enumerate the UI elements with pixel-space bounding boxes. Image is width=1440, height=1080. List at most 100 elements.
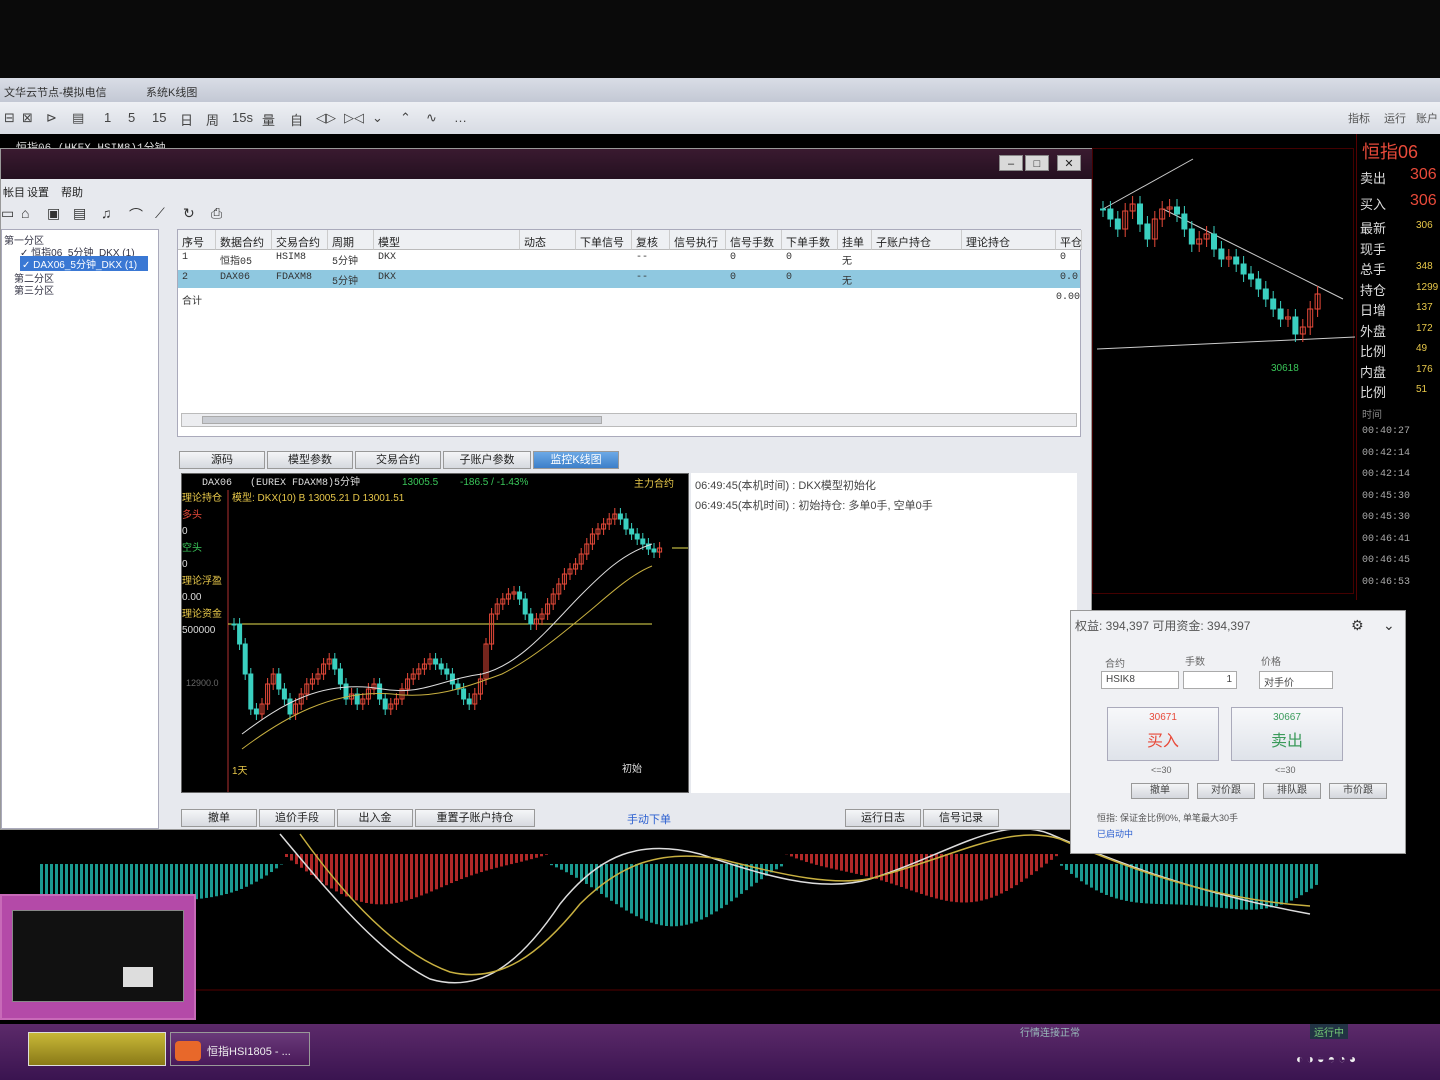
toolbar-indicator[interactable]: 指标 [1348,110,1370,126]
save-icon[interactable]: ▣ [47,205,60,222]
settings-icon[interactable]: ⚙ [1351,617,1364,634]
run-log-button[interactable]: 运行日志 [845,809,921,827]
contract-input[interactable]: HSIK8 [1101,671,1179,689]
counter-follow-btn[interactable]: 对价跟 [1197,783,1255,799]
col-header-signal-qty[interactable]: 信号手数 [726,230,782,250]
col-header-index[interactable]: 序号 [178,230,216,250]
col-header-order-qty[interactable]: 下单手数 [782,230,838,250]
tree-group-3[interactable]: 第三分区 [14,282,54,297]
toolbar-run[interactable]: 运行 [1384,110,1406,126]
toolbar-fit-icon[interactable]: ⊠ [22,110,33,126]
macd-bar [400,854,403,902]
tab-model-params[interactable]: 模型参数 [267,451,353,469]
new-icon[interactable]: ▭ [1,205,14,222]
right-candle-chart[interactable]: 30618 [1092,148,1356,594]
toolbar-period-15[interactable]: 15 [152,110,166,125]
tab-source[interactable]: 源码 [179,451,265,469]
table-row-selected[interactable]: 2 DAX06 FDAXM8 5分钟 DKX -- 0 0 无 0.0 [178,270,1080,288]
qty-input[interactable]: 1 [1183,671,1237,689]
monitor-kline-chart[interactable]: DAX06 (EUREX FDAXM8)5分钟 13005.5 -186.5 /… [181,473,689,793]
scrollbar-thumb[interactable] [202,416,602,424]
toolbar-first-icon[interactable]: ⊟ [4,110,15,126]
toolbar-period-1[interactable]: 1 [104,110,111,125]
tree-item-dax[interactable]: ✓ DAX06_5分钟_DKX (1) [20,256,148,271]
menu-account[interactable]: 帐目 [3,184,25,200]
toolbar-period-15s[interactable]: 15s [232,110,253,125]
taskbar-app-1[interactable] [28,1032,166,1066]
macd-bar [290,854,293,861]
toolbar-doc-icon[interactable]: ▤ [72,110,84,126]
queue-follow-btn[interactable]: 排队跟 [1263,783,1321,799]
maximize-button[interactable]: □ [1025,155,1049,171]
close-button[interactable]: ✕ [1057,155,1081,171]
col-header-trade-contract[interactable]: 交易合约 [272,230,328,250]
manual-order-link[interactable]: 手动下单 [627,811,671,827]
strategy-window-caption: ‒ □ ✕ [1,149,1093,179]
cancel-order-button[interactable]: 撤单 [181,809,257,827]
tab-trade-contract[interactable]: 交易合约 [355,451,441,469]
trade-link[interactable]: 已启动中 [1097,827,1133,840]
table-row[interactable]: 1 恒指05 HSIM8 5分钟 DKX -- 0 0 无 0 [178,250,1080,268]
open-icon[interactable]: ⌂ [21,205,29,221]
tray-icons[interactable]: ◐ ◑ ◒ ◓ ◔ ◕ [1296,1052,1356,1066]
toolbar-compress-icon[interactable]: ▷◁ [344,110,364,126]
collapse-icon[interactable]: ⌄ [1383,617,1395,634]
toolbar-period-5[interactable]: 5 [128,110,135,125]
minimize-button[interactable]: ‒ [999,155,1023,171]
sell-button[interactable]: 30667 卖出 [1231,707,1343,761]
col-header-close[interactable]: 平仓 [1056,230,1082,250]
window-thumbnail[interactable] [0,894,196,1020]
col-header-review[interactable]: 复核 [632,230,670,250]
trend-icon[interactable]: ⟋ [155,205,165,222]
toolbar-zoom-icon[interactable]: ◁▷ [316,110,336,126]
col-header-data-contract[interactable]: 数据合约 [216,230,272,250]
toolbar-down-icon[interactable]: ⌄ [372,110,383,126]
side-theory-capital-val: 500000 [182,625,216,636]
col-header-theory-pos[interactable]: 理论持仓 [962,230,1056,250]
load-icon[interactable]: ▤ [73,205,86,222]
col-header-subaccount-pos[interactable]: 子账户持仓 [872,230,962,250]
col-header-pending[interactable]: 挂单 [838,230,872,250]
taskbar-app-2[interactable]: 恒指HSI1805 - ... [170,1032,310,1066]
market-follow-btn[interactable]: 市价跟 [1329,783,1387,799]
reset-subaccount-button[interactable]: 重置子账户持仓 [415,809,535,827]
col-header-period[interactable]: 周期 [328,230,374,250]
menu-settings[interactable]: 设置 [27,184,49,200]
toolbar-custom[interactable]: 自 [290,110,303,129]
toolbar-period-week[interactable]: 周 [206,110,219,129]
toolbar-up-icon[interactable]: ⌃ [400,110,411,126]
macd-bar [250,864,253,885]
toolbar-volume[interactable]: 量 [262,110,275,129]
col-header-signal-exec[interactable]: 信号执行 [670,230,726,250]
price-input[interactable]: 对手价 [1259,671,1333,689]
toolbar-more-icon[interactable]: … [454,110,467,125]
chase-price-button[interactable]: 追价手段 [259,809,335,827]
report-icon[interactable]: ⎙ [211,205,222,222]
toolbar-play-icon[interactable]: ⊳ [46,110,57,126]
buy-button[interactable]: 30671 买入 [1107,707,1219,761]
cell-pending: 无 [842,277,852,288]
tab-monitor-kline[interactable]: 监控K线图 [533,451,619,469]
macd-bar [1065,864,1068,870]
macd-bar [1290,864,1293,901]
deposit-button[interactable]: 出入金 [337,809,413,827]
toolbar-account[interactable]: 账户 [1416,110,1438,126]
tab-subaccount-params[interactable]: 子账户参数 [443,451,531,469]
macd-bar [665,864,668,927]
alarm-icon[interactable]: ♫ [101,205,112,221]
col-header-model[interactable]: 模型 [374,230,520,250]
chart-icon[interactable]: ⌒ [129,205,143,225]
macd-bar [795,854,798,859]
cancel-order-btn[interactable]: 撤单 [1131,783,1189,799]
toolbar-period-day[interactable]: 日 [180,110,193,129]
refresh-icon[interactable]: ↻ [183,205,195,222]
toolbar-line-icon[interactable]: ∿ [426,110,437,126]
candle-body [281,688,287,700]
col-header-dynamic[interactable]: 动态 [520,230,576,250]
grid-horizontal-scrollbar[interactable] [181,413,1077,427]
menu-help[interactable]: 帮助 [61,184,83,200]
col-header-order-signal[interactable]: 下单信号 [576,230,632,250]
macd-bar [775,864,778,870]
macd-bar [360,854,363,902]
signal-record-button[interactable]: 信号记录 [923,809,999,827]
